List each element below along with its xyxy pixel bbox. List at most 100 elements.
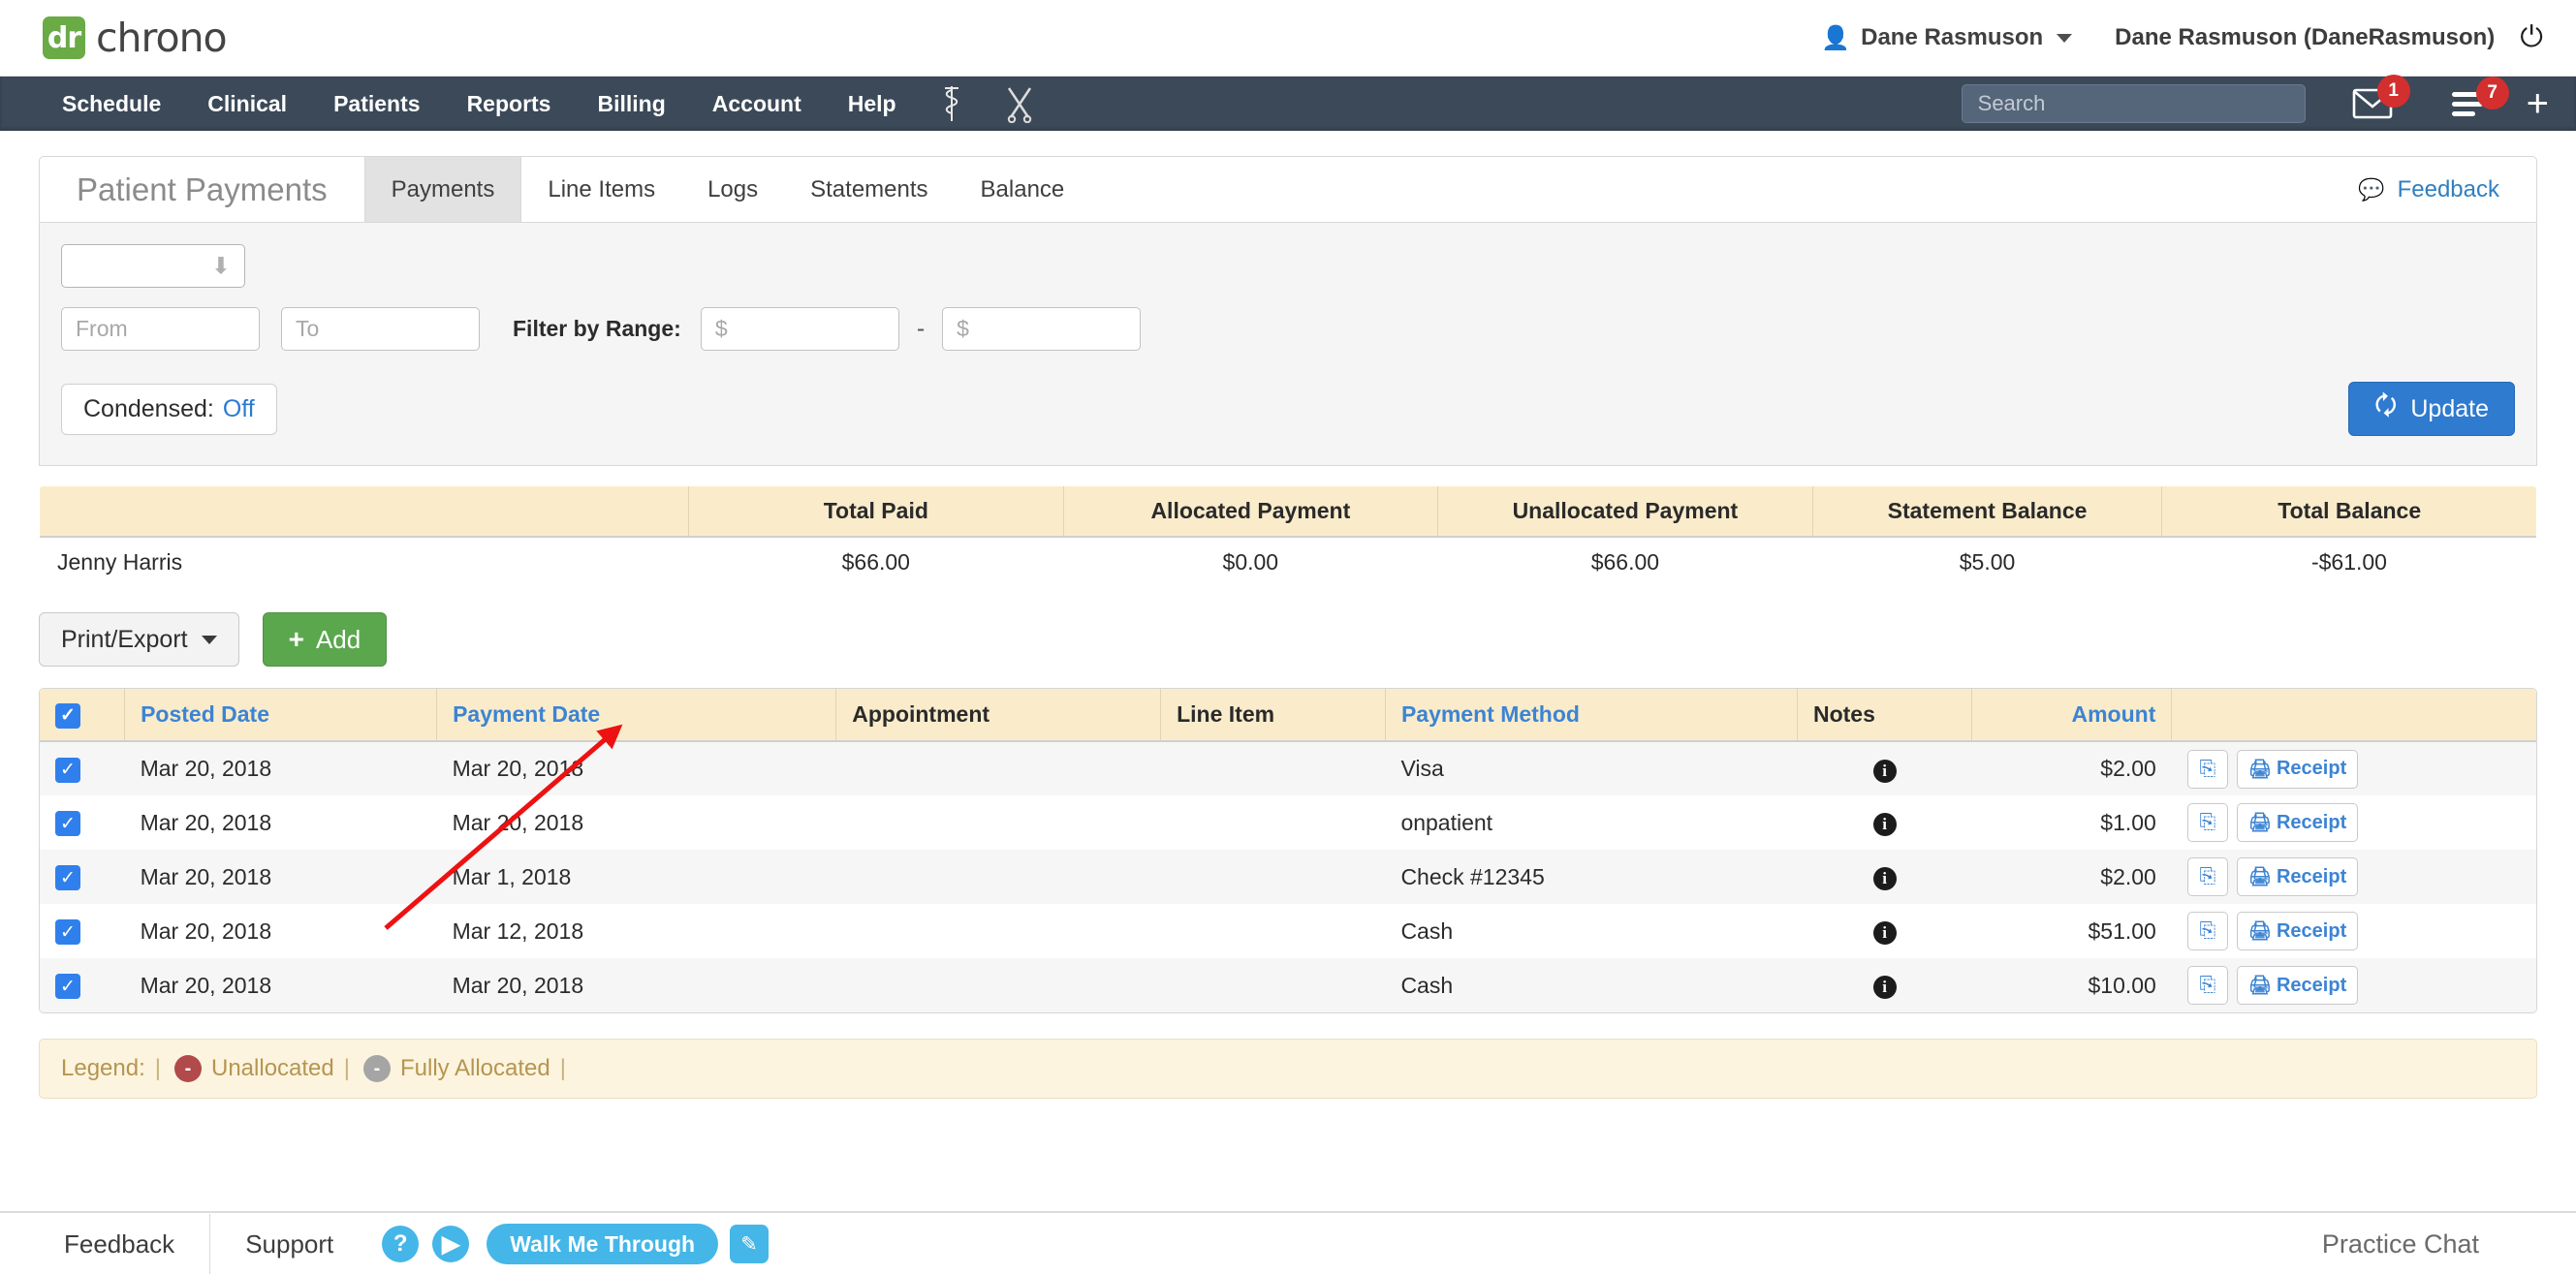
nav-item-reports[interactable]: Reports <box>444 77 575 131</box>
tab-line-items[interactable]: Line Items <box>521 157 681 222</box>
col-payment-date[interactable]: Payment Date <box>436 689 837 742</box>
print-export-button[interactable]: Print/Export <box>39 612 239 667</box>
legend-dot-fully-allocated: - <box>362 1055 391 1082</box>
footer-support-link[interactable]: Support <box>210 1214 368 1274</box>
cell-notes[interactable]: i <box>1797 904 1972 958</box>
print-export-label: Print/Export <box>61 625 188 653</box>
add-button[interactable]: + Add <box>262 612 388 667</box>
cell-notes[interactable]: i <box>1797 795 1972 850</box>
tasks-menu-button[interactable]: 7 <box>2451 77 2509 118</box>
download-circle-icon[interactable]: ⎘ <box>2186 857 2228 896</box>
walk-me-through-button[interactable]: Walk Me Through <box>487 1224 719 1264</box>
receipt-button[interactable]: 🖨 Receipt <box>2236 912 2359 950</box>
update-button-label: Update <box>2410 394 2489 422</box>
nav-item-clinical[interactable]: Clinical <box>184 77 310 131</box>
summary-col-unallocated: Unallocated Payment <box>1437 486 1813 538</box>
info-icon[interactable]: i <box>1872 813 1897 836</box>
col-line-item: Line Item <box>1160 689 1386 742</box>
cell-notes[interactable]: i <box>1797 958 1972 1012</box>
date-to-input[interactable] <box>281 307 480 351</box>
footer-feedback-link[interactable]: Feedback <box>39 1214 211 1274</box>
refresh-icon: 🗘 <box>2374 390 2398 420</box>
cell-notes[interactable]: i <box>1797 850 1972 904</box>
col-payment-method[interactable]: Payment Method <box>1385 689 1798 742</box>
pencil-icon[interactable]: ✎ <box>730 1225 770 1263</box>
row-checkbox[interactable]: ✓ <box>55 865 80 891</box>
nav-item-help[interactable]: Help <box>825 77 920 131</box>
summary-col-total-balance: Total Balance <box>2161 486 2536 538</box>
cell-posted-date: Mar 20, 2018 <box>124 904 437 958</box>
row-select-cell[interactable]: ✓ <box>40 795 125 850</box>
tab-balance[interactable]: Balance <box>955 157 1091 222</box>
row-checkbox[interactable]: ✓ <box>55 757 80 783</box>
info-icon[interactable]: i <box>1872 921 1897 945</box>
row-checkbox[interactable]: ✓ <box>55 811 80 837</box>
date-from-input[interactable] <box>61 307 260 351</box>
question-circle-icon[interactable]: ? <box>382 1226 420 1262</box>
summary-header-row: Total Paid Allocated Payment Unallocated… <box>40 486 2536 538</box>
select-all-header[interactable]: ✓ <box>40 689 126 742</box>
messages-button[interactable]: 1 <box>2352 75 2410 120</box>
condensed-toggle-button[interactable]: Condensed: Off <box>61 383 277 435</box>
power-icon[interactable]: ⏻ <box>2520 21 2543 54</box>
summary-col-allocated: Allocated Payment <box>1063 486 1439 538</box>
cell-line-item <box>1160 958 1386 1012</box>
select-all-checkbox[interactable]: ✓ <box>55 702 80 729</box>
receipt-button[interactable]: 🖨 Receipt <box>2236 857 2359 896</box>
play-circle-icon[interactable]: ▶ <box>432 1226 470 1262</box>
row-select-cell[interactable]: ✓ <box>40 741 125 795</box>
row-select-cell[interactable]: ✓ <box>40 850 125 904</box>
payments-table-body: ✓ Mar 20, 2018 Mar 20, 2018 Visa i $2.00… <box>40 741 2536 1012</box>
col-appointment: Appointment <box>835 689 1162 742</box>
receipt-button[interactable]: 🖨 Receipt <box>2236 803 2359 842</box>
cell-notes[interactable]: i <box>1797 741 1972 795</box>
scissors-icon[interactable] <box>984 84 1055 123</box>
download-circle-icon[interactable]: ⎘ <box>2186 966 2228 1005</box>
tab-payments[interactable]: Payments <box>363 157 522 222</box>
range-min-input[interactable] <box>700 307 899 351</box>
user-dropdown[interactable]: 👤 Dane Rasmuson <box>1821 24 2073 52</box>
cell-line-item <box>1160 741 1386 795</box>
update-button[interactable]: 🗘 Update <box>2348 382 2515 436</box>
row-select-cell[interactable]: ✓ <box>40 904 125 958</box>
nav-item-patients[interactable]: Patients <box>310 77 443 131</box>
legend-separator: | <box>343 1055 350 1081</box>
cell-amount: $51.00 <box>1971 904 2172 958</box>
cell-amount: $2.00 <box>1971 741 2172 795</box>
nav-item-schedule[interactable]: Schedule <box>39 77 184 131</box>
filter-area: ⬇ Filter by Range: - <box>40 223 2536 372</box>
add-new-icon[interactable]: + <box>2527 84 2549 123</box>
receipt-button[interactable]: 🖨 Receipt <box>2236 966 2359 1005</box>
nav-item-account[interactable]: Account <box>689 77 825 131</box>
search-input[interactable] <box>1961 84 2306 123</box>
download-circle-icon[interactable]: ⎘ <box>2186 803 2228 842</box>
nav-right-group: 1 7 + <box>1961 75 2549 123</box>
download-circle-icon[interactable]: ⎘ <box>2186 749 2228 789</box>
tab-logs[interactable]: Logs <box>681 157 784 222</box>
range-max-input[interactable] <box>942 307 1142 351</box>
row-select-cell[interactable]: ✓ <box>40 958 125 1012</box>
row-action-group: ⎘ 🖨 Receipt <box>2186 966 2521 1005</box>
practice-chat-link[interactable]: Practice Chat <box>2322 1229 2537 1259</box>
nav-item-billing[interactable]: Billing <box>574 77 688 131</box>
col-posted-date[interactable]: Posted Date <box>124 689 438 742</box>
receipt-button[interactable]: 🖨 Receipt <box>2236 749 2359 789</box>
summary-col-name <box>40 486 690 538</box>
info-icon[interactable]: i <box>1872 976 1897 999</box>
col-amount[interactable]: Amount <box>1971 689 2173 742</box>
provider-select[interactable]: ⬇ <box>61 244 245 288</box>
drchrono-logo[interactable]: dr chrono <box>43 15 228 61</box>
download-circle-icon[interactable]: ⎘ <box>2186 912 2228 950</box>
header-right-group: 👤 Dane Rasmuson Dane Rasmuson (DaneRasmu… <box>1821 21 2543 54</box>
info-icon[interactable]: i <box>1872 867 1897 890</box>
row-checkbox[interactable]: ✓ <box>55 974 80 1000</box>
row-checkbox[interactable]: ✓ <box>55 919 80 946</box>
feedback-link[interactable]: 💬 Feedback <box>2321 157 2536 222</box>
caduceus-icon[interactable] <box>920 84 984 123</box>
summary-statement-balance: $5.00 <box>1812 536 2162 588</box>
legend-dot-unallocated: - <box>174 1055 202 1082</box>
info-icon[interactable]: i <box>1872 759 1897 783</box>
logo-text: chrono <box>96 15 228 61</box>
tab-statements[interactable]: Statements <box>784 157 954 222</box>
feedback-link-label: Feedback <box>2397 175 2499 202</box>
